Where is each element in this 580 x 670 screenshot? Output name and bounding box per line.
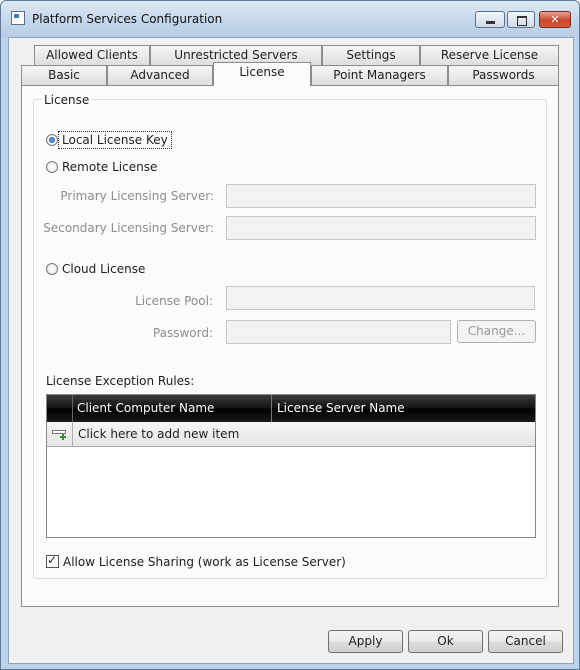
exception-rules-grid[interactable]: Client Computer Name License Server Name… — [46, 394, 536, 538]
grid-header: Client Computer Name License Server Name — [47, 395, 535, 422]
close-button[interactable]: ✕ — [539, 11, 571, 28]
tab-advanced[interactable]: Advanced — [107, 65, 213, 85]
local-license-label[interactable]: Local License Key — [58, 131, 172, 149]
grid-header-corner — [47, 395, 73, 422]
tab-license[interactable]: License — [213, 62, 311, 86]
minimize-button[interactable] — [475, 11, 505, 28]
tab-settings[interactable]: Settings — [322, 45, 420, 65]
local-license-radio[interactable] — [46, 134, 58, 146]
tab-point-managers[interactable]: Point Managers — [311, 65, 448, 85]
add-new-item-text[interactable]: Click here to add new item — [78, 427, 239, 441]
window-title: Platform Services Configuration — [32, 12, 223, 26]
cancel-button[interactable]: Cancel — [488, 630, 563, 653]
add-new-item-row[interactable]: Click here to add new item — [47, 422, 535, 447]
remote-license-radio[interactable] — [46, 161, 58, 173]
apply-button[interactable]: Apply — [328, 630, 403, 653]
primary-server-input[interactable] — [226, 184, 536, 208]
allow-license-sharing-label[interactable]: Allow License Sharing (work as License S… — [63, 555, 346, 569]
change-password-button[interactable]: Change... — [457, 320, 536, 343]
exception-rules-label: License Exception Rules: — [46, 374, 195, 388]
license-pool-input[interactable] — [226, 286, 535, 310]
app-icon — [11, 11, 25, 25]
secondary-server-input[interactable] — [226, 216, 536, 240]
secondary-server-label: Secondary Licensing Server: — [43, 221, 214, 235]
window: Platform Services Configuration ✕ Allowe… — [0, 0, 580, 670]
password-input[interactable] — [226, 320, 451, 344]
license-pool-label: License Pool: — [135, 294, 213, 308]
add-row-icon — [52, 430, 66, 440]
close-icon: ✕ — [550, 13, 560, 26]
tab-allowed-clients[interactable]: Allowed Clients — [34, 45, 150, 65]
row-indicator — [47, 422, 73, 446]
maximize-button[interactable] — [507, 11, 535, 28]
title-bar[interactable]: Platform Services Configuration ✕ — [1, 1, 579, 37]
column-header-license-server[interactable]: License Server Name — [272, 395, 535, 422]
cloud-license-radio[interactable] — [46, 263, 58, 275]
tab-reserve-license[interactable]: Reserve License — [420, 45, 559, 65]
ok-button[interactable]: Ok — [408, 630, 483, 653]
allow-license-sharing-checkbox[interactable] — [46, 553, 59, 568]
column-header-client-computer[interactable]: Client Computer Name — [72, 395, 272, 422]
tab-passwords[interactable]: Passwords — [448, 65, 559, 85]
license-group-title: License — [41, 93, 93, 107]
tab-basic[interactable]: Basic — [21, 65, 107, 85]
primary-server-label: Primary Licensing Server: — [60, 189, 214, 203]
remote-license-label[interactable]: Remote License — [62, 160, 157, 174]
cloud-license-label[interactable]: Cloud License — [62, 262, 145, 276]
password-label: Password: — [152, 326, 213, 340]
